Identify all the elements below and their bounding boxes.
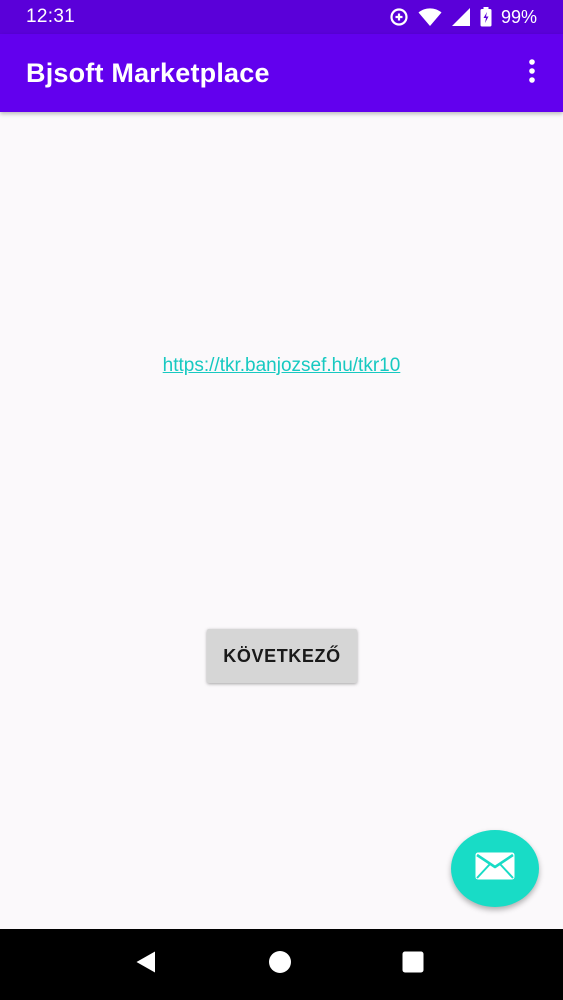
back-button[interactable]	[132, 951, 160, 979]
app-title: Bjsoft Marketplace	[26, 57, 270, 88]
data-saver-icon	[389, 7, 409, 27]
home-button[interactable]	[266, 951, 294, 979]
more-vert-icon	[528, 58, 536, 89]
next-button[interactable]: KÖVETKEZŐ	[207, 629, 357, 683]
battery-percent: 99%	[500, 6, 537, 27]
battery-icon	[480, 7, 492, 27]
navigation-bar	[0, 929, 563, 1000]
back-icon	[134, 950, 158, 979]
email-fab[interactable]	[451, 830, 539, 907]
wifi-icon	[418, 7, 442, 27]
url-link[interactable]: https://tkr.banjozsef.hu/tkr10	[0, 355, 563, 377]
app-bar: Bjsoft Marketplace	[0, 34, 563, 112]
overflow-menu-button[interactable]	[521, 53, 543, 93]
recents-button[interactable]	[399, 951, 427, 979]
status-icons: 99%	[389, 7, 537, 28]
recents-icon	[401, 950, 425, 979]
email-icon	[475, 852, 515, 885]
status-bar: 12:31 99%	[0, 0, 563, 34]
screen: 12:31 99% Bjsoft Marketplace https://tkr…	[0, 0, 563, 1000]
main-content: https://tkr.banjozsef.hu/tkr10 KÖVETKEZŐ	[0, 112, 563, 929]
status-time: 12:31	[26, 6, 76, 27]
home-icon	[268, 950, 292, 979]
cell-signal-icon	[451, 7, 471, 27]
